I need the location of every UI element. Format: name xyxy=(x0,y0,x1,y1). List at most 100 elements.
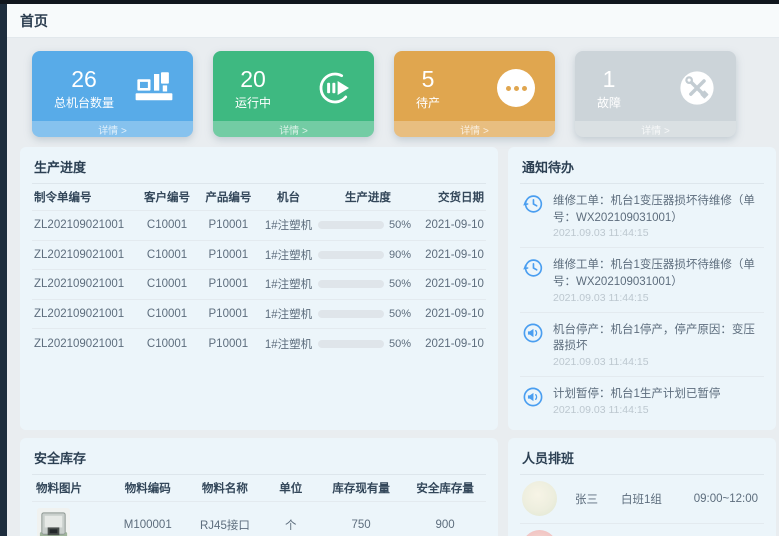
notification-item[interactable]: 维修工单：机台1变压器损坏待维修（单号：WX202109031001） 2021… xyxy=(520,248,764,312)
delivery-date: 2021-09-10 xyxy=(418,249,486,261)
production-row[interactable]: ZL202109021001 C10001 P10001 1#注塑机 50% 2… xyxy=(32,211,486,241)
progress-label: 90% xyxy=(389,249,411,261)
machine-icon xyxy=(133,67,175,109)
order-no: ZL202109021001 xyxy=(32,219,136,231)
sidebar-edge xyxy=(0,0,7,536)
progress-bar xyxy=(318,221,384,229)
card-waiting[interactable]: 5 待产 详情 > xyxy=(394,51,555,137)
order-no: ZL202109021001 xyxy=(32,308,136,320)
total-machines-detail-link[interactable]: 详情 > xyxy=(32,121,193,137)
panels-grid: 生产进度 制令单编号 客户编号 产品编号 机台 生产进度 交货日期 ZL2021… xyxy=(20,147,765,536)
notification-body: 维修工单：机台1变压器损坏待维修（单号：WX202109031001） 2021… xyxy=(553,193,762,239)
production-row[interactable]: ZL202109021001 C10001 P10001 1#注塑机 50% 2… xyxy=(32,300,486,330)
notification-time: 2021.09.03 11:44:15 xyxy=(553,227,762,239)
production-row[interactable]: ZL202109021001 C10001 P10001 1#注塑机 50% 2… xyxy=(32,270,486,300)
product-no: P10001 xyxy=(198,338,259,350)
fault-tools-icon xyxy=(676,67,718,109)
card-fault[interactable]: 1 故障 xyxy=(575,51,736,137)
dashboard-content: 26 总机台数量 xyxy=(7,38,779,536)
order-no: ZL202109021001 xyxy=(32,338,136,350)
fault-detail-link[interactable]: 详情 > xyxy=(575,121,736,137)
shift-time: 09:00~12:00 xyxy=(694,493,762,505)
customer-no: C10001 xyxy=(136,308,197,320)
col-stock-qty: 库存现有量 xyxy=(318,480,404,496)
speaker-icon xyxy=(522,322,544,344)
production-row[interactable]: ZL202109021001 C10001 P10001 1#注塑机 50% 2… xyxy=(32,329,486,359)
notification-body: 计划暂停：机台1生产计划已暂停 2021.09.03 11:44:15 xyxy=(553,386,720,416)
col-material-code: 物料编码 xyxy=(109,480,186,496)
waiting-detail-link[interactable]: 详情 > xyxy=(394,121,555,137)
production-panel-title: 生产进度 xyxy=(32,155,486,184)
inventory-row[interactable]: M100001 RJ45接口 个 750 900 xyxy=(32,502,486,536)
card-body: 20 运行中 xyxy=(213,51,374,121)
waiting-ellipsis-icon xyxy=(495,67,537,109)
total-machines-label: 总机台数量 xyxy=(54,94,114,111)
progress-cell: 50% xyxy=(318,219,418,231)
card-body: 5 待产 xyxy=(394,51,555,121)
card-text: 26 总机台数量 xyxy=(54,66,114,111)
delivery-date: 2021-09-10 xyxy=(418,338,486,350)
schedule-row[interactable]: 李四 白班2组 12:00~16:00 xyxy=(520,524,764,536)
product-no: P10001 xyxy=(198,278,259,290)
production-table-header: 制令单编号 客户编号 产品编号 机台 生产进度 交货日期 xyxy=(32,184,486,211)
notification-time: 2021.09.03 11:44:15 xyxy=(553,356,762,368)
progress-cell: 50% xyxy=(318,278,418,290)
progress-bar xyxy=(318,251,384,259)
card-text: 20 运行中 xyxy=(235,66,271,111)
fault-value: 1 xyxy=(597,66,621,92)
notification-item[interactable]: 机台停产：机台1停产，停产原因：变压器损坏 2021.09.03 11:44:1… xyxy=(520,313,764,377)
customer-no: C10001 xyxy=(136,219,197,231)
schedule-panel-title: 人员排班 xyxy=(520,446,764,475)
production-progress-panel: 生产进度 制令单编号 客户编号 产品编号 机台 生产进度 交货日期 ZL2021… xyxy=(20,147,498,430)
running-label: 运行中 xyxy=(235,94,271,111)
col-material-name: 物料名称 xyxy=(186,480,263,496)
running-icon xyxy=(314,67,356,109)
inventory-table-header: 物料图片 物料编码 物料名称 单位 库存现有量 安全库存量 xyxy=(32,475,486,502)
production-row[interactable]: ZL202109021001 C10001 P10001 1#注塑机 90% 2… xyxy=(32,241,486,271)
col-date: 交货日期 xyxy=(418,189,486,205)
progress-bar xyxy=(318,340,384,348)
col-order-no: 制令单编号 xyxy=(32,189,136,205)
personnel-schedule-panel: 人员排班 张三 白班1组 09:00~12:00 李四 白班2组 12:00~1… xyxy=(508,438,776,536)
col-product: 产品编号 xyxy=(198,189,259,205)
machine-name: 1#注塑机 xyxy=(259,306,318,322)
machine-name: 1#注塑机 xyxy=(259,336,318,352)
notification-text: 机台停产：机台1停产，停产原因：变压器损坏 xyxy=(553,322,762,355)
safety-qty: 900 xyxy=(404,519,486,531)
progress-cell: 50% xyxy=(318,308,418,320)
material-code: M100001 xyxy=(109,519,186,531)
page-header: 首页 xyxy=(7,4,779,38)
clock-icon xyxy=(522,193,544,215)
notification-time: 2021.09.03 11:44:15 xyxy=(553,404,720,416)
card-total-machines[interactable]: 26 总机台数量 xyxy=(32,51,193,137)
notification-text: 计划暂停：机台1生产计划已暂停 xyxy=(553,386,720,403)
notification-item[interactable]: 计划暂停：机台1生产计划已暂停 2021.09.03 11:44:15 xyxy=(520,377,764,424)
notification-time: 2021.09.03 11:44:15 xyxy=(553,292,762,304)
avatar xyxy=(522,481,557,516)
notification-text: 维修工单：机台1变压器损坏待维修（单号：WX202109031001） xyxy=(553,193,762,226)
order-no: ZL202109021001 xyxy=(32,249,136,261)
running-detail-link[interactable]: 详情 > xyxy=(213,121,374,137)
customer-no: C10001 xyxy=(136,338,197,350)
customer-no: C10001 xyxy=(136,278,197,290)
card-running[interactable]: 20 运行中 详情 > xyxy=(213,51,374,137)
card-text: 1 故障 xyxy=(597,66,621,111)
customer-no: C10001 xyxy=(136,249,197,261)
schedule-row[interactable]: 张三 白班1组 09:00~12:00 xyxy=(520,475,764,524)
material-unit: 个 xyxy=(264,517,318,533)
col-material-image: 物料图片 xyxy=(32,480,109,496)
machine-name: 1#注塑机 xyxy=(259,247,318,263)
person-name: 张三 xyxy=(575,491,621,507)
stat-cards-row: 26 总机台数量 xyxy=(20,45,765,139)
notification-body: 维修工单：机台1变压器损坏待维修（单号：WX202109031001） 2021… xyxy=(553,257,762,303)
total-machines-value: 26 xyxy=(54,66,114,92)
clock-icon xyxy=(522,257,544,279)
main-area: 首页 26 总机台数量 xyxy=(7,0,779,536)
progress-label: 50% xyxy=(389,278,411,290)
delivery-date: 2021-09-10 xyxy=(418,308,486,320)
fault-label: 故障 xyxy=(597,94,621,111)
order-no: ZL202109021001 xyxy=(32,278,136,290)
notification-item[interactable]: 维修工单：机台1变压器损坏待维修（单号：WX202109031001） 2021… xyxy=(520,184,764,248)
notifications-panel-title: 通知待办 xyxy=(520,155,764,184)
speaker-icon xyxy=(522,386,544,408)
